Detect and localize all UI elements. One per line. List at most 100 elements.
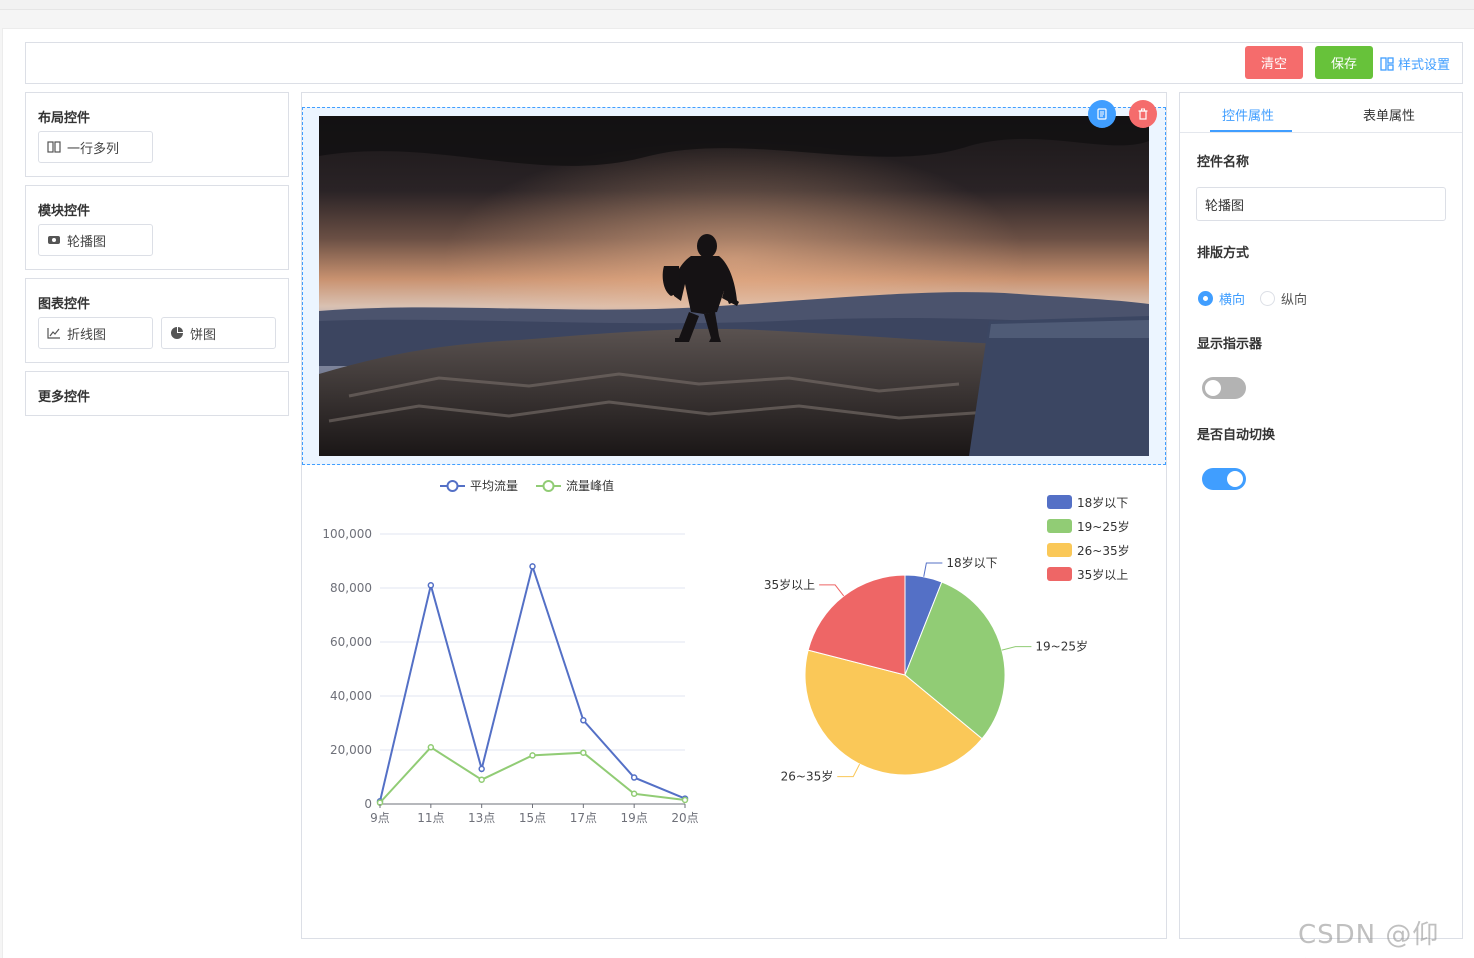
- legend-item[interactable]: 平均流量: [440, 479, 518, 493]
- autoplay-label: 是否自动切换: [1197, 428, 1276, 443]
- widget-label: 一行多列: [67, 141, 120, 157]
- panel-module-widgets: 模块控件 轮播图: [25, 185, 289, 270]
- pie-label-line: [819, 584, 845, 597]
- panel-title: 模块控件: [38, 204, 91, 219]
- x-tick-label: 9点: [370, 811, 390, 825]
- x-tick-label: 17点: [570, 811, 597, 825]
- y-tick-label: 0: [364, 797, 372, 811]
- legend-marker: [542, 480, 555, 492]
- widget-multi-column[interactable]: 一行多列: [38, 131, 153, 163]
- carousel-image: [319, 116, 1149, 456]
- pie-label-line: [837, 763, 861, 778]
- legend-item[interactable]: 26~35岁: [1047, 543, 1130, 558]
- tab-divider: [1180, 132, 1462, 133]
- line-chart: 平均流量 流量峰值 0 20,000 40,000 60,000 80,000 100,00…: [322, 478, 698, 825]
- radio-label: 纵向: [1281, 293, 1308, 308]
- data-point[interactable]: [630, 774, 638, 781]
- legend-item[interactable]: 流量峰值: [536, 478, 614, 493]
- data-point[interactable]: [478, 776, 485, 783]
- line-chart-series: [376, 562, 689, 806]
- legend-label: 26~35岁: [1077, 543, 1130, 558]
- clear-button[interactable]: 清空: [1245, 46, 1303, 79]
- properties-panel: 控件属性 表单属性 控件名称 轮播图 排版方式 横向 纵向 显示指示器 是否自动…: [1179, 92, 1463, 939]
- pie-label: 18岁以下: [946, 555, 997, 570]
- data-point[interactable]: [529, 752, 536, 759]
- pie-label-line: [1001, 646, 1032, 651]
- watermark: CSDN @仰望.: [1298, 920, 1440, 958]
- panel-title: 更多控件: [38, 390, 91, 405]
- switch-knob: [1227, 471, 1243, 487]
- panel-title: 图表控件: [38, 297, 91, 312]
- pie-label-line: [923, 562, 943, 577]
- image-icon: [48, 236, 60, 244]
- legend-label: 平均流量: [470, 479, 518, 493]
- copy-button[interactable]: [1088, 100, 1116, 128]
- trash-icon: [1138, 108, 1148, 120]
- style-settings-label: 样式设置: [1398, 58, 1451, 73]
- data-point[interactable]: [681, 796, 689, 804]
- x-tick-label: 15点: [519, 811, 546, 825]
- x-tick-label: 11点: [417, 811, 444, 825]
- delete-button[interactable]: [1129, 100, 1157, 128]
- panel-more-widgets[interactable]: 更多控件: [25, 371, 289, 416]
- pie-label: 26~35岁: [781, 769, 834, 784]
- widget-name-label: 控件名称: [1197, 155, 1250, 170]
- panel-title: 布局控件: [38, 111, 91, 126]
- legend-label: 19~25岁: [1077, 519, 1130, 534]
- series-line: [379, 562, 686, 802]
- widget-label: 轮播图: [67, 234, 107, 250]
- radio-unchecked-icon: [1260, 291, 1275, 306]
- legend-swatch: [1047, 543, 1072, 557]
- x-tick-label: 19点: [621, 811, 648, 825]
- legend-swatch: [1047, 495, 1072, 509]
- legend-label: 流量峰值: [566, 478, 614, 493]
- indicator-switch[interactable]: [1202, 377, 1246, 399]
- y-tick-label: 80,000: [330, 581, 372, 595]
- pie-chart: 18岁以下 19~25岁 26~35岁 35岁以上 18岁以下 19~25岁 26~35岁…: [764, 495, 1130, 784]
- panel-layout-widgets: 布局控件 一行多列: [25, 92, 289, 177]
- pie-chart-legend: 18岁以下 19~25岁 26~35岁 35岁以上: [1047, 495, 1130, 582]
- tab-form-properties[interactable]: 表单属性: [1363, 105, 1415, 124]
- data-point[interactable]: [427, 582, 435, 589]
- legend-item[interactable]: 35岁以上: [1047, 567, 1128, 582]
- copy-icon: [1097, 108, 1107, 120]
- data-point[interactable]: [478, 765, 485, 773]
- x-tick-label: 20点: [671, 811, 698, 825]
- carousel-photo: [319, 116, 1149, 456]
- y-tick-label: 40,000: [330, 689, 372, 703]
- pie-chart-slices: [804, 574, 1006, 776]
- pie-label: 35岁以上: [764, 577, 815, 592]
- data-point[interactable]: [529, 563, 536, 570]
- legend-label: 18岁以下: [1077, 495, 1128, 510]
- widget-carousel[interactable]: 轮播图: [38, 224, 153, 256]
- autoplay-switch[interactable]: [1202, 468, 1246, 490]
- widget-name-input[interactable]: 轮播图: [1196, 187, 1446, 221]
- layout-radio-horizontal[interactable]: 横向: [1198, 289, 1245, 308]
- data-point[interactable]: [427, 744, 435, 751]
- data-point[interactable]: [630, 790, 638, 797]
- save-button[interactable]: 保存: [1315, 46, 1373, 79]
- data-point[interactable]: [580, 749, 587, 756]
- tab-widget-properties[interactable]: 控件属性: [1222, 105, 1274, 124]
- panel-chart-widgets: 图表控件 折线图 饼图: [25, 278, 289, 363]
- radio-label: 横向: [1219, 293, 1246, 308]
- legend-item[interactable]: 18岁以下: [1047, 495, 1128, 510]
- style-settings-link[interactable]: 样式设置: [1380, 54, 1450, 73]
- legend-item[interactable]: 19~25岁: [1047, 519, 1130, 534]
- switch-knob: [1205, 380, 1221, 396]
- top-strip: [0, 0, 1474, 10]
- columns-icon: [47, 141, 61, 153]
- legend-swatch: [1047, 567, 1072, 581]
- x-tick-label: 13点: [468, 811, 495, 825]
- layout-radio-vertical[interactable]: 纵向: [1260, 289, 1307, 308]
- widget-pie-chart[interactable]: 饼图: [161, 317, 276, 349]
- widget-label: 饼图: [190, 327, 217, 343]
- widget-label: 折线图: [67, 327, 107, 343]
- line-chart-icon: [47, 328, 60, 339]
- legend-label: 35岁以上: [1077, 567, 1128, 582]
- line-chart-legend: 平均流量 流量峰值: [440, 478, 614, 493]
- indicator-label: 显示指示器: [1197, 337, 1263, 352]
- data-point[interactable]: [580, 717, 587, 724]
- widget-line-chart[interactable]: 折线图: [38, 317, 153, 349]
- y-tick-label: 60,000: [330, 635, 372, 649]
